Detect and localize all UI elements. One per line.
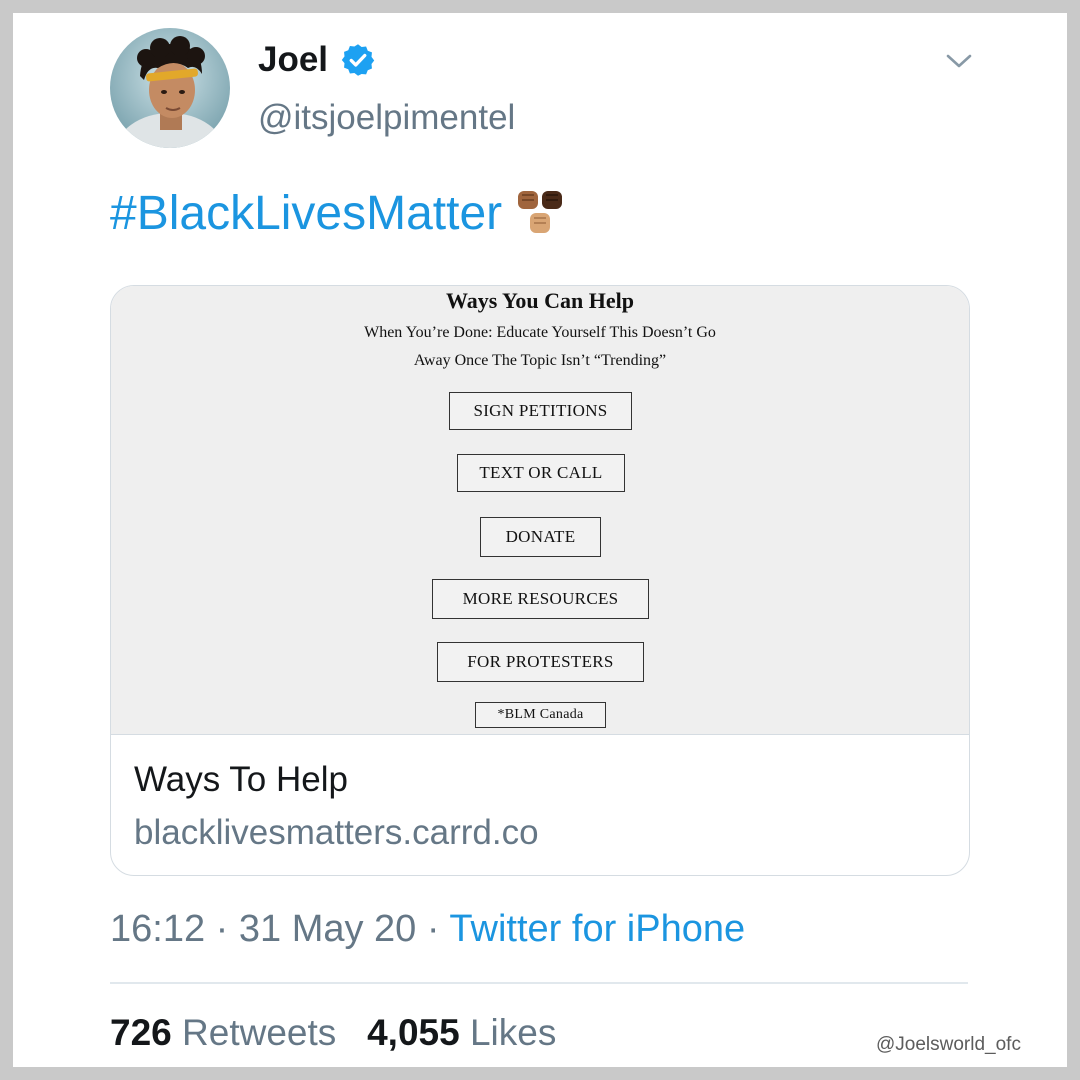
link-card[interactable]: Ways You Can Help When You’re Done: Educ… [110, 285, 970, 876]
display-name[interactable]: Joel [258, 40, 376, 80]
raised-fists-emoji-icon [518, 191, 563, 233]
link-card-image[interactable]: Ways You Can Help When You’re Done: Educ… [111, 286, 969, 735]
hashtag-link[interactable]: #BlackLivesMatter [110, 186, 502, 241]
tweet-timestamp: 16:12 · 31 May 20 · Twitter for iPhone [110, 908, 745, 951]
retweets-count: 726 [110, 1012, 172, 1053]
tweet-time[interactable]: 16:12 [110, 908, 205, 950]
donate-button: DONATE [480, 517, 601, 557]
tweet-stats: 726 Retweets 4,055 Likes [110, 1012, 556, 1054]
card-domain: blacklivesmatters.carrd.co [134, 813, 539, 852]
retweets-label: Retweets [182, 1012, 337, 1053]
avatar[interactable] [110, 28, 230, 148]
card-image-title: Ways You Can Help [445, 288, 635, 313]
tweet-text: #BlackLivesMatter [110, 185, 570, 241]
for-protesters-button: FOR PROTESTERS [437, 642, 644, 682]
card-image-subtitle-line1: When You’re Done: Educate Yourself This … [364, 324, 716, 341]
meta-separator: · [205, 908, 239, 950]
card-title: Ways To Help [134, 760, 348, 799]
watermark: @Joelsworld_ofc [876, 1034, 1021, 1055]
retweets-stat[interactable]: 726 Retweets [110, 1012, 336, 1053]
tweet-date[interactable]: 31 May 20 [239, 908, 416, 950]
likes-label: Likes [469, 1012, 557, 1053]
tweet-client-link[interactable]: Twitter for iPhone [449, 908, 745, 950]
more-resources-button: MORE RESOURCES [432, 579, 649, 619]
blm-canada-button: *BLM Canada [475, 702, 606, 728]
display-name-text[interactable]: Joel [258, 40, 328, 80]
divider [110, 982, 968, 984]
likes-count: 4,055 [367, 1012, 460, 1053]
sign-petitions-button: SIGN PETITIONS [449, 392, 632, 430]
chevron-down-icon[interactable] [944, 48, 974, 74]
user-handle[interactable]: @itsjoelpimentel [258, 98, 515, 138]
likes-stat[interactable]: 4,055 Likes [367, 1012, 556, 1053]
verified-badge-icon [341, 44, 375, 76]
text-or-call-button: TEXT OR CALL [457, 454, 625, 492]
meta-separator: · [416, 908, 450, 950]
card-image-subtitle-line2: Away Once The Topic Isn’t “Trending” [413, 352, 667, 369]
